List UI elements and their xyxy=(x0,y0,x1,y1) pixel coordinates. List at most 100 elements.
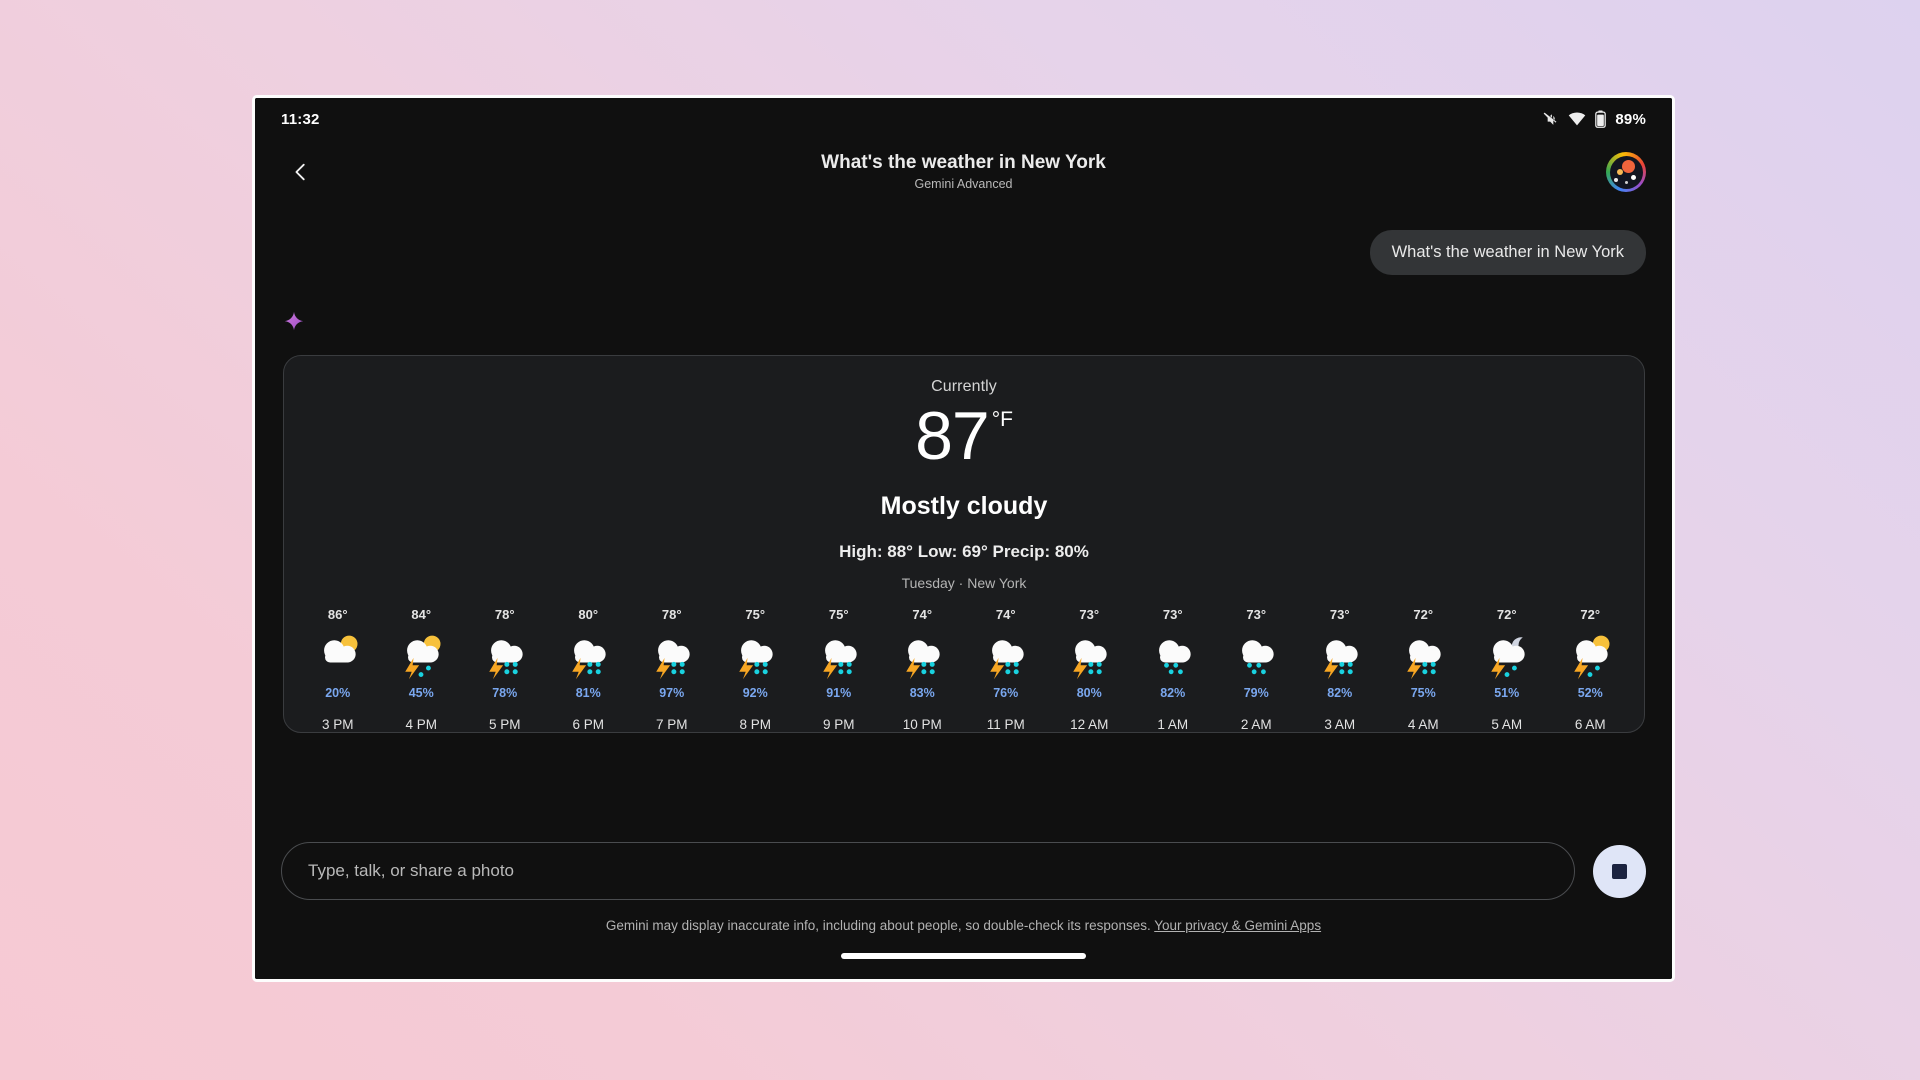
hour-column[interactable]: 72° 75% 4 AM xyxy=(1382,607,1466,732)
user-message-bubble[interactable]: What's the weather in New York xyxy=(1369,230,1646,275)
weather-icon-cloud-rain xyxy=(1242,640,1274,675)
composer-field-wrapper[interactable] xyxy=(281,842,1575,900)
hour-temp: 72° xyxy=(1413,607,1434,622)
app-bar: What's the weather in New York Gemini Ad… xyxy=(255,140,1672,204)
hour-column[interactable]: 78° 78% 5 PM xyxy=(463,607,547,732)
mute-icon xyxy=(1542,111,1559,128)
hour-column[interactable]: 86° 20% 3 PM xyxy=(296,607,380,732)
device-frame: 11:32 89% What's the weather in New York… xyxy=(252,95,1675,982)
message-input[interactable] xyxy=(308,861,1548,881)
weather-icon-cloud-thunder-rain xyxy=(822,640,857,680)
hour-time: 4 AM xyxy=(1407,717,1439,732)
hour-precip: 91% xyxy=(826,686,852,700)
composer-bar xyxy=(255,828,1672,900)
hour-precip: 97% xyxy=(659,686,685,700)
hour-time: 6 AM xyxy=(1574,717,1606,732)
hour-temp: 78° xyxy=(661,607,682,622)
hour-temp: 73° xyxy=(1329,607,1350,622)
hour-temp: 74° xyxy=(912,607,933,622)
hour-precip: 45% xyxy=(408,686,434,700)
weather-icon-sun-cloud-thunder-rain xyxy=(1574,635,1610,680)
hour-time: 5 AM xyxy=(1491,717,1523,732)
model-subtitle: Gemini Advanced xyxy=(914,177,1013,192)
weather-icon-cloud-thunder-rain xyxy=(1323,640,1358,680)
battery-percent: 89% xyxy=(1615,110,1646,128)
hour-time: 8 PM xyxy=(739,717,771,732)
conversation-area[interactable]: What's the weather in New York Currently… xyxy=(255,204,1672,828)
gemini-sparkle-icon xyxy=(284,311,304,331)
hour-precip: 80% xyxy=(1076,686,1102,700)
hour-temp: 84° xyxy=(411,607,432,622)
hour-precip: 83% xyxy=(909,686,935,700)
hour-time: 11 PM xyxy=(986,717,1025,732)
hour-precip: 92% xyxy=(742,686,768,700)
hour-precip: 81% xyxy=(575,686,601,700)
weather-icon-cloud-thunder-rain xyxy=(739,640,773,680)
hourly-forecast[interactable]: 86° 20% 3 PM 84° 45% 4 PM 78° 78% 5 PM 80° 81% 6 PM… xyxy=(284,607,1644,732)
hour-temp: 80° xyxy=(578,607,599,622)
avatar[interactable] xyxy=(1606,152,1646,192)
weather-icon-cloud-thunder-rain xyxy=(1407,640,1441,680)
hour-temp: 75° xyxy=(828,607,849,622)
page-title: What's the weather in New York xyxy=(821,151,1106,173)
hour-precip: 79% xyxy=(1243,686,1269,700)
weather-icon-cloud-rain xyxy=(1158,640,1191,675)
hour-precip: 75% xyxy=(1410,686,1436,700)
privacy-link[interactable]: Your privacy & Gemini Apps xyxy=(1154,918,1321,933)
hour-column[interactable]: 84° 45% 4 PM xyxy=(380,607,464,732)
hour-column[interactable]: 72° 51% 5 AM xyxy=(1465,607,1549,732)
weather-card[interactable]: Currently 87 °F Mostly cloudy High: 88° … xyxy=(283,355,1645,733)
status-indicators: 89% xyxy=(1542,110,1646,128)
chevron-left-icon xyxy=(295,163,305,181)
hour-temp: 73° xyxy=(1162,607,1183,622)
hour-time: 12 AM xyxy=(1070,717,1109,732)
weather-icon-sun-behind-cloud xyxy=(323,635,358,663)
weather-icon-moon-cloud-thunder-rain xyxy=(1490,637,1525,680)
status-clock: 11:32 xyxy=(281,110,320,128)
hour-temp: 72° xyxy=(1496,607,1517,622)
weather-icon-cloud-thunder-rain xyxy=(488,640,523,680)
weather-unit: °F xyxy=(991,408,1013,431)
hour-column[interactable]: 74° 76% 11 PM xyxy=(964,607,1048,732)
hour-temp: 72° xyxy=(1580,607,1601,622)
weather-icon-cloud-thunder-rain xyxy=(1073,640,1107,680)
home-indicator[interactable] xyxy=(841,953,1086,959)
hour-time: 1 AM xyxy=(1157,717,1189,732)
hour-temp: 73° xyxy=(1246,607,1267,622)
hour-column[interactable]: 75° 91% 9 PM xyxy=(797,607,881,732)
hour-time: 9 PM xyxy=(822,717,855,732)
hour-column[interactable]: 73° 82% 1 AM xyxy=(1131,607,1215,732)
hour-column[interactable]: 74° 83% 10 PM xyxy=(881,607,965,732)
hour-time: 5 PM xyxy=(488,717,521,732)
hour-time: 4 PM xyxy=(405,717,437,732)
weather-stats: High: 88° Low: 69° Precip: 80% xyxy=(839,542,1089,561)
hour-column[interactable]: 78° 97% 7 PM xyxy=(630,607,714,732)
hour-column[interactable]: 73° 82% 3 AM xyxy=(1298,607,1382,732)
hour-temp: 86° xyxy=(327,607,348,622)
weather-currently-label: Currently xyxy=(931,378,997,395)
hour-column[interactable]: 72° 52% 6 AM xyxy=(1549,607,1633,732)
hour-column[interactable]: 80° 81% 6 PM xyxy=(547,607,631,732)
stop-button[interactable] xyxy=(1593,844,1646,898)
weather-condition: Mostly cloudy xyxy=(880,492,1048,520)
hour-precip: 20% xyxy=(325,686,351,700)
hour-column[interactable]: 73° 79% 2 AM xyxy=(1215,607,1299,732)
weather-temperature-row: 87 °F xyxy=(284,402,1644,470)
hour-time: 3 PM xyxy=(321,717,354,732)
hour-precip: 51% xyxy=(1494,686,1520,700)
hour-temp: 75° xyxy=(745,607,766,622)
disclaimer-text: Gemini may display inaccurate info, incl… xyxy=(605,918,1151,933)
back-button[interactable] xyxy=(281,152,321,192)
hour-time: 2 AM xyxy=(1240,717,1272,732)
hour-column[interactable]: 75° 92% 8 PM xyxy=(714,607,798,732)
hour-temp: 74° xyxy=(995,607,1016,622)
weather-icon-cloud-thunder-rain xyxy=(906,640,940,680)
weather-icon-cloud-thunder-rain xyxy=(655,640,690,680)
wifi-icon xyxy=(1568,110,1586,128)
hour-time: 6 PM xyxy=(572,717,604,732)
hour-column[interactable]: 73° 80% 12 AM xyxy=(1048,607,1132,732)
stop-square-icon xyxy=(1612,863,1627,879)
phone-screen: 11:32 89% What's the weather in New York… xyxy=(255,98,1672,979)
gesture-bar-area xyxy=(255,933,1672,979)
app-bar-titles: What's the weather in New York Gemini Ad… xyxy=(255,152,1672,193)
